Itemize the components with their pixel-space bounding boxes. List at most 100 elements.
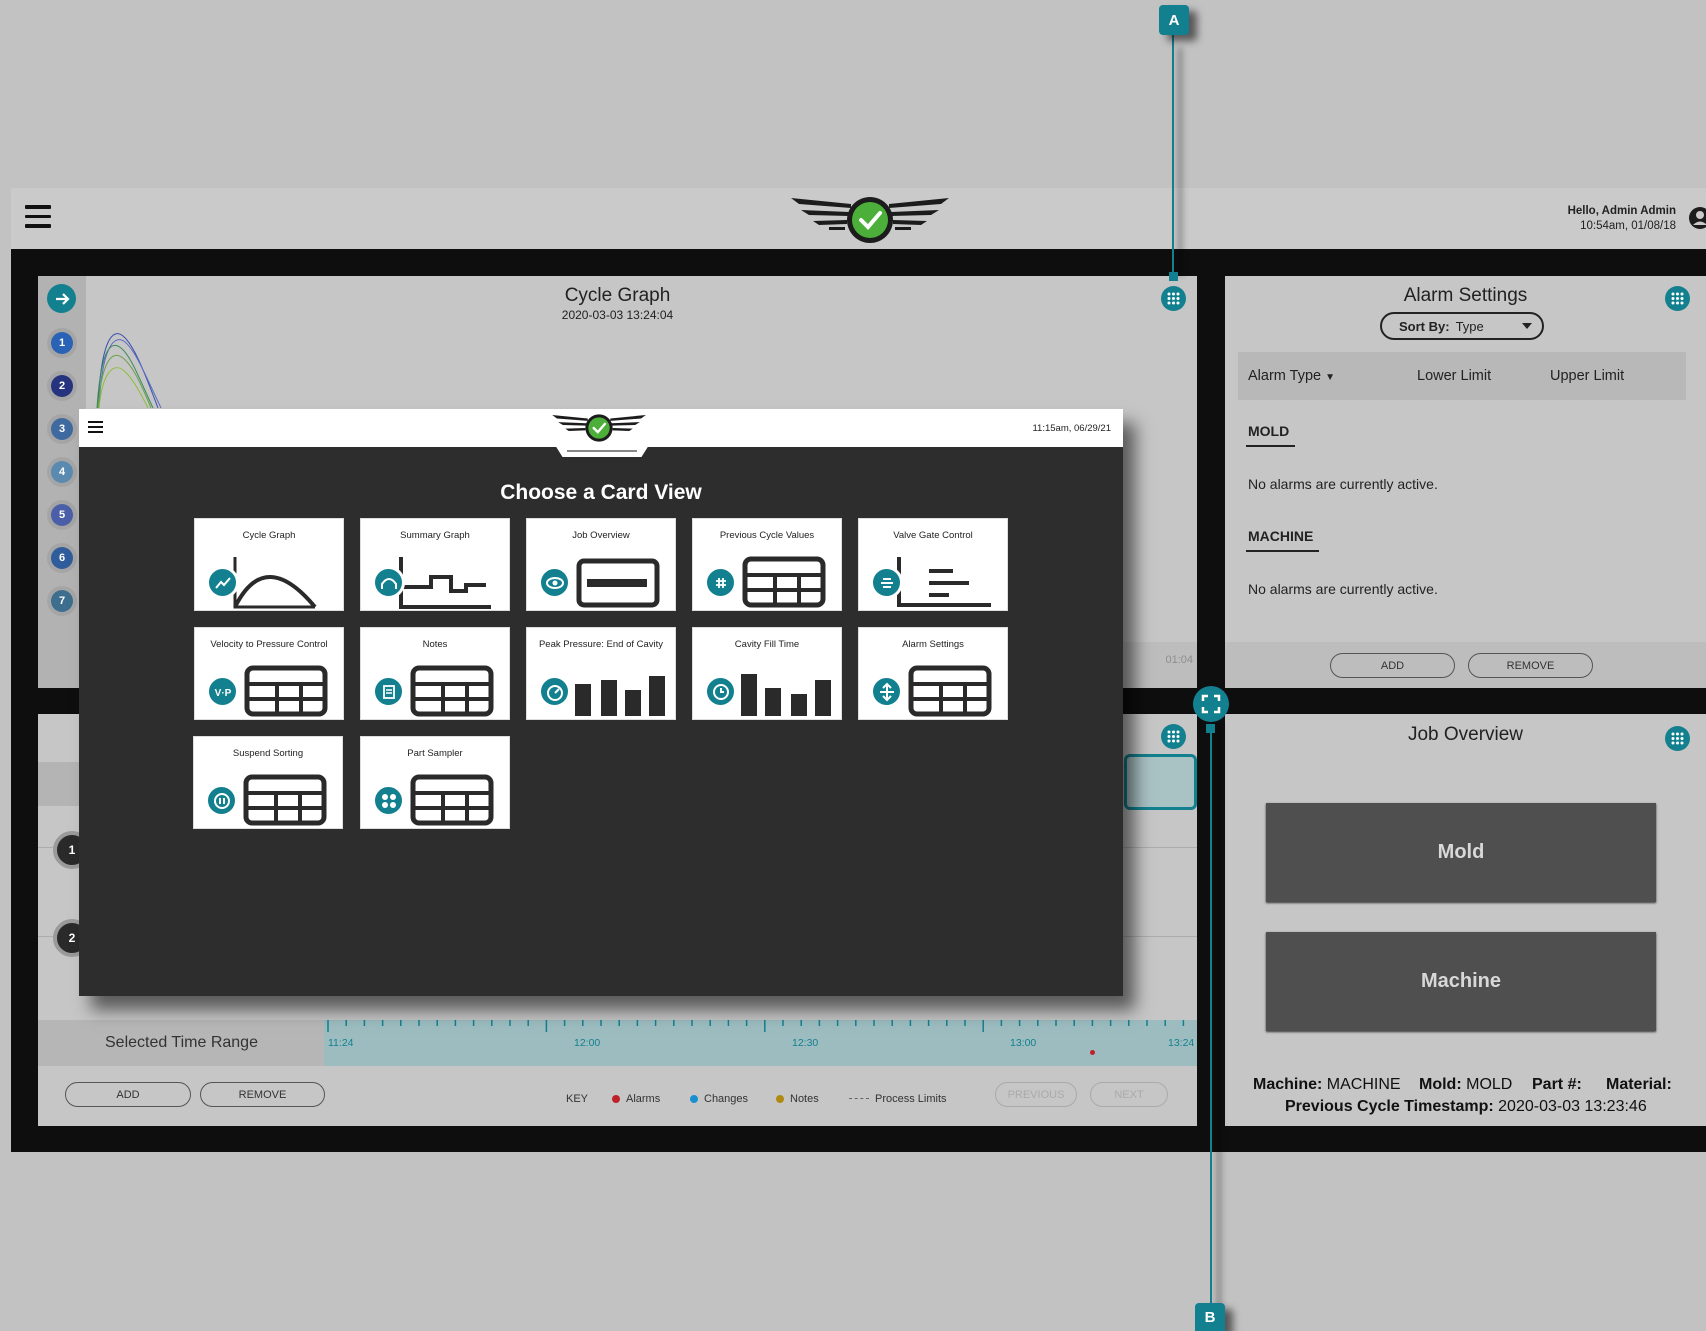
alarm-empty-message: No alarms are currently active. — [1248, 581, 1438, 597]
card-grid-menu-icon[interactable] — [1161, 286, 1186, 311]
card-tile-part-sampler[interactable]: Part Sampler — [360, 736, 510, 829]
card-tile-summary-graph[interactable]: Summary Graph — [360, 518, 510, 611]
modal-header: 11:15am, 06/29/21 — [79, 409, 1123, 447]
callout-b-anchor — [1206, 724, 1215, 733]
alarm-section-machine: MACHINE — [1245, 528, 1320, 552]
card-tile-job-overview[interactable]: Job Overview — [526, 518, 676, 611]
callout-a-line — [1172, 34, 1174, 277]
chevron-down-icon — [1522, 323, 1532, 329]
cycle-selector-3[interactable]: 3 — [47, 414, 77, 444]
card-tile-previous-cycle-values[interactable]: Previous Cycle Values — [692, 518, 842, 611]
valve-gate-icon — [870, 566, 903, 599]
info-value: MOLD — [1466, 1076, 1513, 1093]
user-greeting: Hello, Admin Admin 10:54am, 01/08/18 — [1568, 204, 1676, 234]
hamburger-menu-icon[interactable] — [25, 205, 51, 229]
legend-process-limits: Process Limits — [849, 1093, 947, 1105]
alarm-dot-icon — [612, 1095, 620, 1103]
callout-shadow — [1216, 724, 1222, 1324]
sort-by-label: Sort By: — [1399, 318, 1450, 334]
alarm-marker[interactable] — [1090, 1050, 1095, 1055]
remove-alarm-button[interactable]: REMOVE — [1468, 653, 1593, 678]
hamburger-menu-icon[interactable] — [88, 421, 103, 434]
cycle-selector-1[interactable]: 1 — [47, 328, 77, 358]
vp-icon: V·P — [206, 675, 239, 708]
card-grid-menu-icon[interactable] — [1665, 286, 1690, 311]
axis-ticks — [327, 1020, 1185, 1032]
modal-title: Choose a Card View — [500, 481, 702, 504]
legend-label: Process Limits — [875, 1093, 947, 1105]
selected-time-range-label: Selected Time Range — [38, 1020, 324, 1066]
column-alarm-type[interactable]: Alarm Type ▼ — [1248, 368, 1335, 384]
callout-b-line — [1210, 724, 1212, 1314]
remove-button[interactable]: REMOVE — [200, 1082, 325, 1107]
info-key: Material: — [1606, 1076, 1672, 1093]
mold-button[interactable]: Mold — [1266, 803, 1656, 902]
card-tile-suspend-sorting[interactable]: Suspend Sorting — [193, 736, 343, 829]
card-tile-notes[interactable]: Notes — [360, 627, 510, 720]
legend-label: Changes — [704, 1093, 749, 1105]
selected-time-range-bar: Selected Time Range 11:24 12:00 12:30 13… — [38, 1020, 1197, 1066]
card-tile-peak-pressure-end-of-cavity[interactable]: Peak Pressure: End of Cavity — [526, 627, 676, 720]
alarm-settings-title: Alarm Settings — [1403, 285, 1528, 306]
cycle-number: 1 — [51, 332, 73, 354]
cycle-selector-4[interactable]: 4 — [47, 457, 77, 487]
sort-by-dropdown[interactable]: Sort By: Type — [1380, 312, 1544, 340]
alarm-settings-card: Alarm Settings Sort By: Type Alarm Type … — [1225, 276, 1706, 688]
card-tile-label: Job Overview — [572, 530, 630, 541]
card-tile-cycle-graph[interactable]: Cycle Graph — [194, 518, 344, 611]
job-overview-card: Job Overview Mold Machine Machine: MACHI… — [1225, 714, 1706, 1126]
cycle-selector-7[interactable]: 7 — [47, 586, 77, 616]
info-key: Previous Cycle Timestamp: — [1285, 1098, 1494, 1115]
fullscreen-expand-icon[interactable] — [1193, 686, 1229, 722]
header-datetime: 10:54am, 01/08/18 — [1580, 220, 1676, 232]
callout-shadow — [1177, 48, 1183, 276]
clock-icon — [704, 675, 737, 708]
cycle-selector-2[interactable]: 2 — [47, 371, 77, 401]
cycle-number: 7 — [51, 590, 73, 612]
caret-down-icon: ▼ — [1325, 372, 1336, 383]
legend-changes: Changes — [690, 1093, 748, 1105]
add-button[interactable]: ADD — [65, 1082, 191, 1107]
card-tile-valve-gate-control[interactable]: Valve Gate Control — [858, 518, 1008, 611]
legend-alarms: Alarms — [612, 1093, 660, 1105]
card-tile-label: Notes — [422, 639, 448, 650]
card-grid-menu-icon[interactable] — [1665, 726, 1690, 751]
callout-b-tag: B — [1195, 1303, 1225, 1331]
tick-label: 13:24 — [1168, 1037, 1195, 1049]
machine-button[interactable]: Machine — [1266, 932, 1656, 1031]
time-range-axis[interactable]: 11:24 12:00 12:30 13:00 13:24 — [324, 1020, 1197, 1066]
card-tile-label: Peak Pressure: End of Cavity — [538, 639, 664, 650]
svg-text:V·P: V·P — [214, 688, 231, 699]
card-tile-label: Previous Cycle Values — [719, 530, 815, 541]
cycle-selector-6[interactable]: 6 — [47, 543, 77, 573]
card-grid-menu-icon[interactable] — [1161, 724, 1186, 749]
callout-a-tag: A — [1159, 5, 1189, 35]
job-overview-title: Job Overview — [1407, 724, 1524, 745]
sort-by-value: Type — [1455, 318, 1484, 334]
cycle-selector-5[interactable]: 5 — [47, 500, 77, 530]
user-account-icon[interactable] — [1688, 206, 1706, 230]
job-material: Material: — [1606, 1076, 1672, 1094]
notes-icon — [372, 675, 405, 708]
legend-label: Alarms — [626, 1093, 661, 1105]
card-tile-alarm-settings[interactable]: Alarm Settings — [858, 627, 1008, 720]
eye-icon — [538, 566, 571, 599]
job-mold: Mold: MOLD — [1419, 1076, 1512, 1094]
legend-key-label: KEY — [566, 1093, 589, 1105]
cycle-number: 2 — [51, 375, 73, 397]
info-key: Part #: — [1532, 1076, 1582, 1093]
column-lower-limit: Lower Limit — [1417, 368, 1492, 384]
card-tile-label: Suspend Sorting — [232, 748, 304, 759]
note-dot-icon — [776, 1095, 784, 1103]
card-tile-velocity-to-pressure-control[interactable]: Velocity to Pressure Control V·P — [194, 627, 344, 720]
cycle-number: 5 — [51, 504, 73, 526]
modal-datetime: 11:15am, 06/29/21 — [1032, 423, 1111, 434]
card-tile-cavity-fill-time[interactable]: Cavity Fill Time — [692, 627, 842, 720]
time-range-selector-handle[interactable] — [1124, 754, 1197, 810]
choose-card-view-modal: 11:15am, 06/29/21 Choose a Card View Cyc… — [79, 409, 1123, 996]
next-button[interactable]: NEXT — [1090, 1082, 1168, 1107]
previous-button[interactable]: PREVIOUS — [995, 1082, 1077, 1107]
card-tile-label: Summary Graph — [400, 530, 470, 541]
add-alarm-button[interactable]: ADD — [1330, 653, 1455, 678]
info-key: Mold: — [1419, 1076, 1462, 1093]
